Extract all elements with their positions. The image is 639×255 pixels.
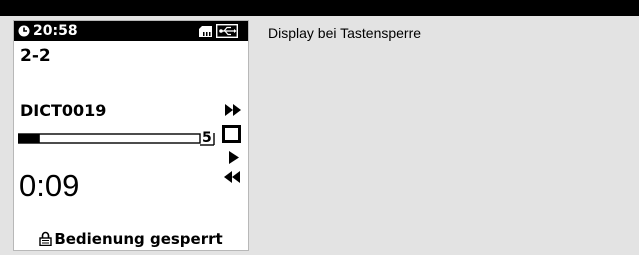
clock-icon [18,25,30,37]
top-header-bar [0,0,639,16]
progress-fill [18,134,40,143]
stop-icon [222,125,241,143]
lock-icon [39,231,53,246]
clock-time: 20:58 [33,23,78,39]
status-bar: 20:58 [14,21,248,41]
play-icon [229,151,239,164]
rewind-icon [224,171,240,183]
caption: Display bei Tastensperre [268,25,422,41]
elapsed-time: 0:09 [19,168,80,203]
folder-label: 2-2 [20,46,51,66]
lock-text: Bedienung gesperrt [54,230,223,248]
file-name: DICT0019 [20,101,107,120]
progress-bar [18,133,215,146]
usb-icon [216,24,238,38]
file-counter: 5 [202,130,212,146]
device-display: 20:58 2-2 DICT0019 5 0:09 Bedienung gesp… [13,20,249,251]
fast-forward-icon [225,104,241,116]
memory-card-icon [199,26,212,37]
lock-status: Bedienung gesperrt [14,230,248,248]
